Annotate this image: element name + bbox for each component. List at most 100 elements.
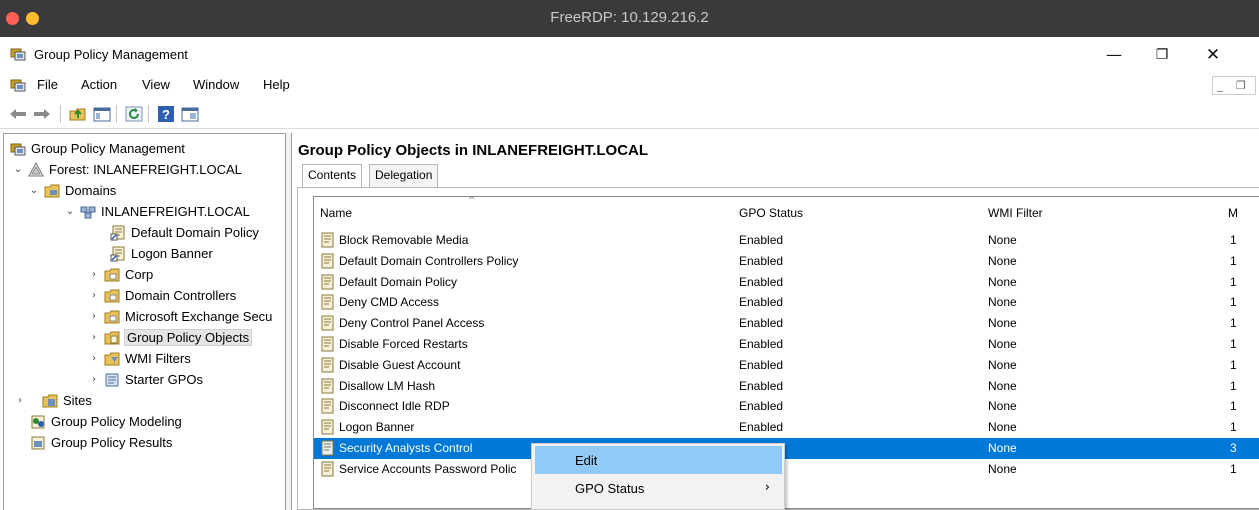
help-icon[interactable]: ? (156, 104, 176, 124)
show-hide-tree-icon[interactable] (92, 104, 112, 124)
column-header-wmi-filter[interactable]: WMI Filter (988, 197, 1043, 221)
gpo-name-cell: Default Domain Policy (320, 274, 457, 290)
table-row[interactable]: Deny CMD Access Enabled None 1 (314, 292, 1259, 313)
gpo-name-cell: Disable Guest Account (320, 357, 460, 373)
table-row[interactable]: Service Accounts Password Polic None 1 (314, 459, 1259, 480)
mmc-properties-icon[interactable] (180, 104, 200, 124)
chevron-right-icon[interactable]: › (14, 395, 26, 406)
domains-folder-icon (44, 184, 60, 197)
gpo-name: Security Analysts Control (339, 441, 473, 455)
chevron-right-icon[interactable]: › (88, 311, 100, 322)
chevron-right-icon[interactable]: › (88, 332, 100, 343)
gpo-name-cell: Disconnect Idle RDP (320, 398, 450, 414)
gpo-icon (321, 315, 334, 331)
wmi-filter-cell: None (988, 253, 1017, 268)
tree-node-wmi-filters[interactable]: › WMI Filters (88, 348, 191, 369)
tree-label: Corp (125, 267, 154, 282)
minimize-button[interactable]: — (1091, 43, 1137, 67)
chevron-down-icon[interactable]: ⌄ (64, 206, 76, 217)
modified-cell: 1 (1230, 461, 1237, 476)
ou-folder-icon (104, 268, 120, 281)
gpo-name-cell: Deny Control Panel Access (320, 315, 484, 331)
table-row[interactable]: Logon Banner Enabled None 1 (314, 417, 1259, 438)
table-row[interactable]: Security Analysts Control None 3 (314, 438, 1259, 459)
tree-label: Forest: INLANEFREIGHT.LOCAL (49, 162, 242, 177)
tree-node-starter-gpos[interactable]: › Starter GPOs (88, 369, 203, 390)
table-row[interactable]: Disable Forced Restarts Enabled None 1 (314, 334, 1259, 355)
table-row[interactable]: Default Domain Controllers Policy Enabled… (314, 251, 1259, 272)
tab-contents[interactable]: Contents (302, 164, 363, 188)
console-tree: Group Policy Management ⌄ Forest: INLANE… (3, 133, 286, 510)
menu-help[interactable]: Help (263, 77, 290, 92)
tree-node-results[interactable]: Group Policy Results (30, 432, 172, 453)
gpo-name: Disable Forced Restarts (339, 337, 468, 351)
wmi-filter-cell: None (988, 378, 1017, 393)
wmi-filter-cell: None (988, 420, 1017, 435)
table-row[interactable]: Block Removable Media Enabled None 1 (314, 230, 1259, 251)
chevron-right-icon[interactable]: › (88, 290, 100, 301)
chevron-down-icon[interactable]: ⌄ (28, 185, 40, 196)
table-row[interactable]: Disable Guest Account Enabled None 1 (314, 355, 1259, 376)
gpo-name-cell: Service Accounts Password Polic (320, 461, 516, 477)
restore-button[interactable]: ❐ (1139, 43, 1185, 67)
table-row[interactable]: Disallow LM Hash Enabled None 1 (314, 376, 1259, 397)
gpo-name: Default Domain Controllers Policy (339, 253, 519, 268)
tree-label: Sites (63, 393, 92, 408)
sites-icon (42, 394, 58, 407)
mdi-window-controls[interactable]: _ ❐ × (1212, 76, 1256, 109)
wmi-filter-cell: None (988, 316, 1017, 331)
tree-label: WMI Filters (125, 351, 191, 366)
ou-folder-icon (104, 289, 120, 302)
gpo-folder-icon (104, 331, 120, 344)
tree-node-forest[interactable]: ⌄ Forest: INLANEFREIGHT.LOCAL (12, 159, 242, 180)
gpo-icon (321, 419, 334, 435)
table-row[interactable]: Deny Control Panel Access Enabled None 1 (314, 313, 1259, 334)
tree-node-group-policy-objects[interactable]: › Group Policy Objects (88, 327, 253, 348)
tree-label: Group Policy Modeling (51, 414, 182, 429)
tree-node-default-domain-policy[interactable]: Default Domain Policy (110, 222, 259, 243)
wmi-filter-cell: None (988, 233, 1017, 247)
menu-window[interactable]: Window (193, 77, 239, 92)
chevron-right-icon[interactable]: › (88, 374, 100, 385)
tree-node-modeling[interactable]: Group Policy Modeling (30, 411, 182, 432)
refresh-icon[interactable] (124, 104, 144, 124)
tree-node-sites[interactable]: › Sites (18, 390, 92, 411)
gpo-status-cell: Enabled (739, 233, 784, 247)
tree-node-domains[interactable]: ⌄ Domains (28, 180, 117, 201)
context-menu-gpo-status[interactable]: GPO Status › (535, 474, 782, 502)
back-arrow-icon[interactable] (8, 104, 28, 124)
page-title: Group Policy Objects in INLANEFREIGHT.LO… (298, 142, 649, 159)
column-header-gpo-status[interactable]: GPO Status (739, 197, 803, 221)
column-header-modified[interactable]: M (1228, 197, 1238, 221)
column-header-name[interactable]: Name (320, 197, 352, 221)
table-row[interactable]: Disconnect Idle RDP Enabled None 1 (314, 396, 1259, 417)
gpo-name: Service Accounts Password Polic (339, 461, 517, 476)
menu-file[interactable]: File (37, 77, 58, 92)
tree-node-logon-banner[interactable]: Logon Banner (110, 243, 213, 264)
context-menu-edit[interactable]: Edit (535, 446, 782, 474)
menu-view[interactable]: View (142, 77, 170, 92)
close-button[interactable]: ✕ (1190, 43, 1236, 67)
tree-node-domain[interactable]: ⌄ INLANEFREIGHT.LOCAL (66, 201, 250, 222)
gpo-icon (321, 440, 334, 456)
tree-node-domain-controllers[interactable]: › Domain Controllers (88, 285, 236, 306)
modified-cell: 1 (1230, 253, 1237, 268)
chevron-down-icon[interactable]: ⌄ (12, 164, 24, 175)
system-menu-icon[interactable] (10, 78, 26, 95)
chevron-right-icon[interactable]: › (88, 269, 100, 280)
chevron-right-icon[interactable]: › (88, 353, 100, 364)
forward-arrow-icon[interactable] (32, 104, 52, 124)
modified-cell: 3 (1230, 441, 1237, 455)
table-row[interactable]: Default Domain Policy Enabled None 1 (314, 272, 1259, 293)
menu-item-label: GPO Status (575, 481, 645, 496)
tree-node-root[interactable]: Group Policy Management (10, 138, 185, 159)
gpo-icon (321, 253, 334, 269)
rdp-title: FreeRDP: 10.129.216.2 (550, 9, 709, 26)
tree-node-microsoft-exchange[interactable]: › Microsoft Exchange Secu (88, 306, 272, 327)
tab-delegation[interactable]: Delegation (369, 164, 439, 187)
gpo-status-cell: Enabled (739, 253, 784, 268)
up-folder-icon[interactable] (68, 104, 88, 124)
tree-node-corp[interactable]: › Corp (88, 264, 153, 285)
wmi-filter-cell: None (988, 461, 1017, 476)
menu-action[interactable]: Action (81, 77, 117, 92)
